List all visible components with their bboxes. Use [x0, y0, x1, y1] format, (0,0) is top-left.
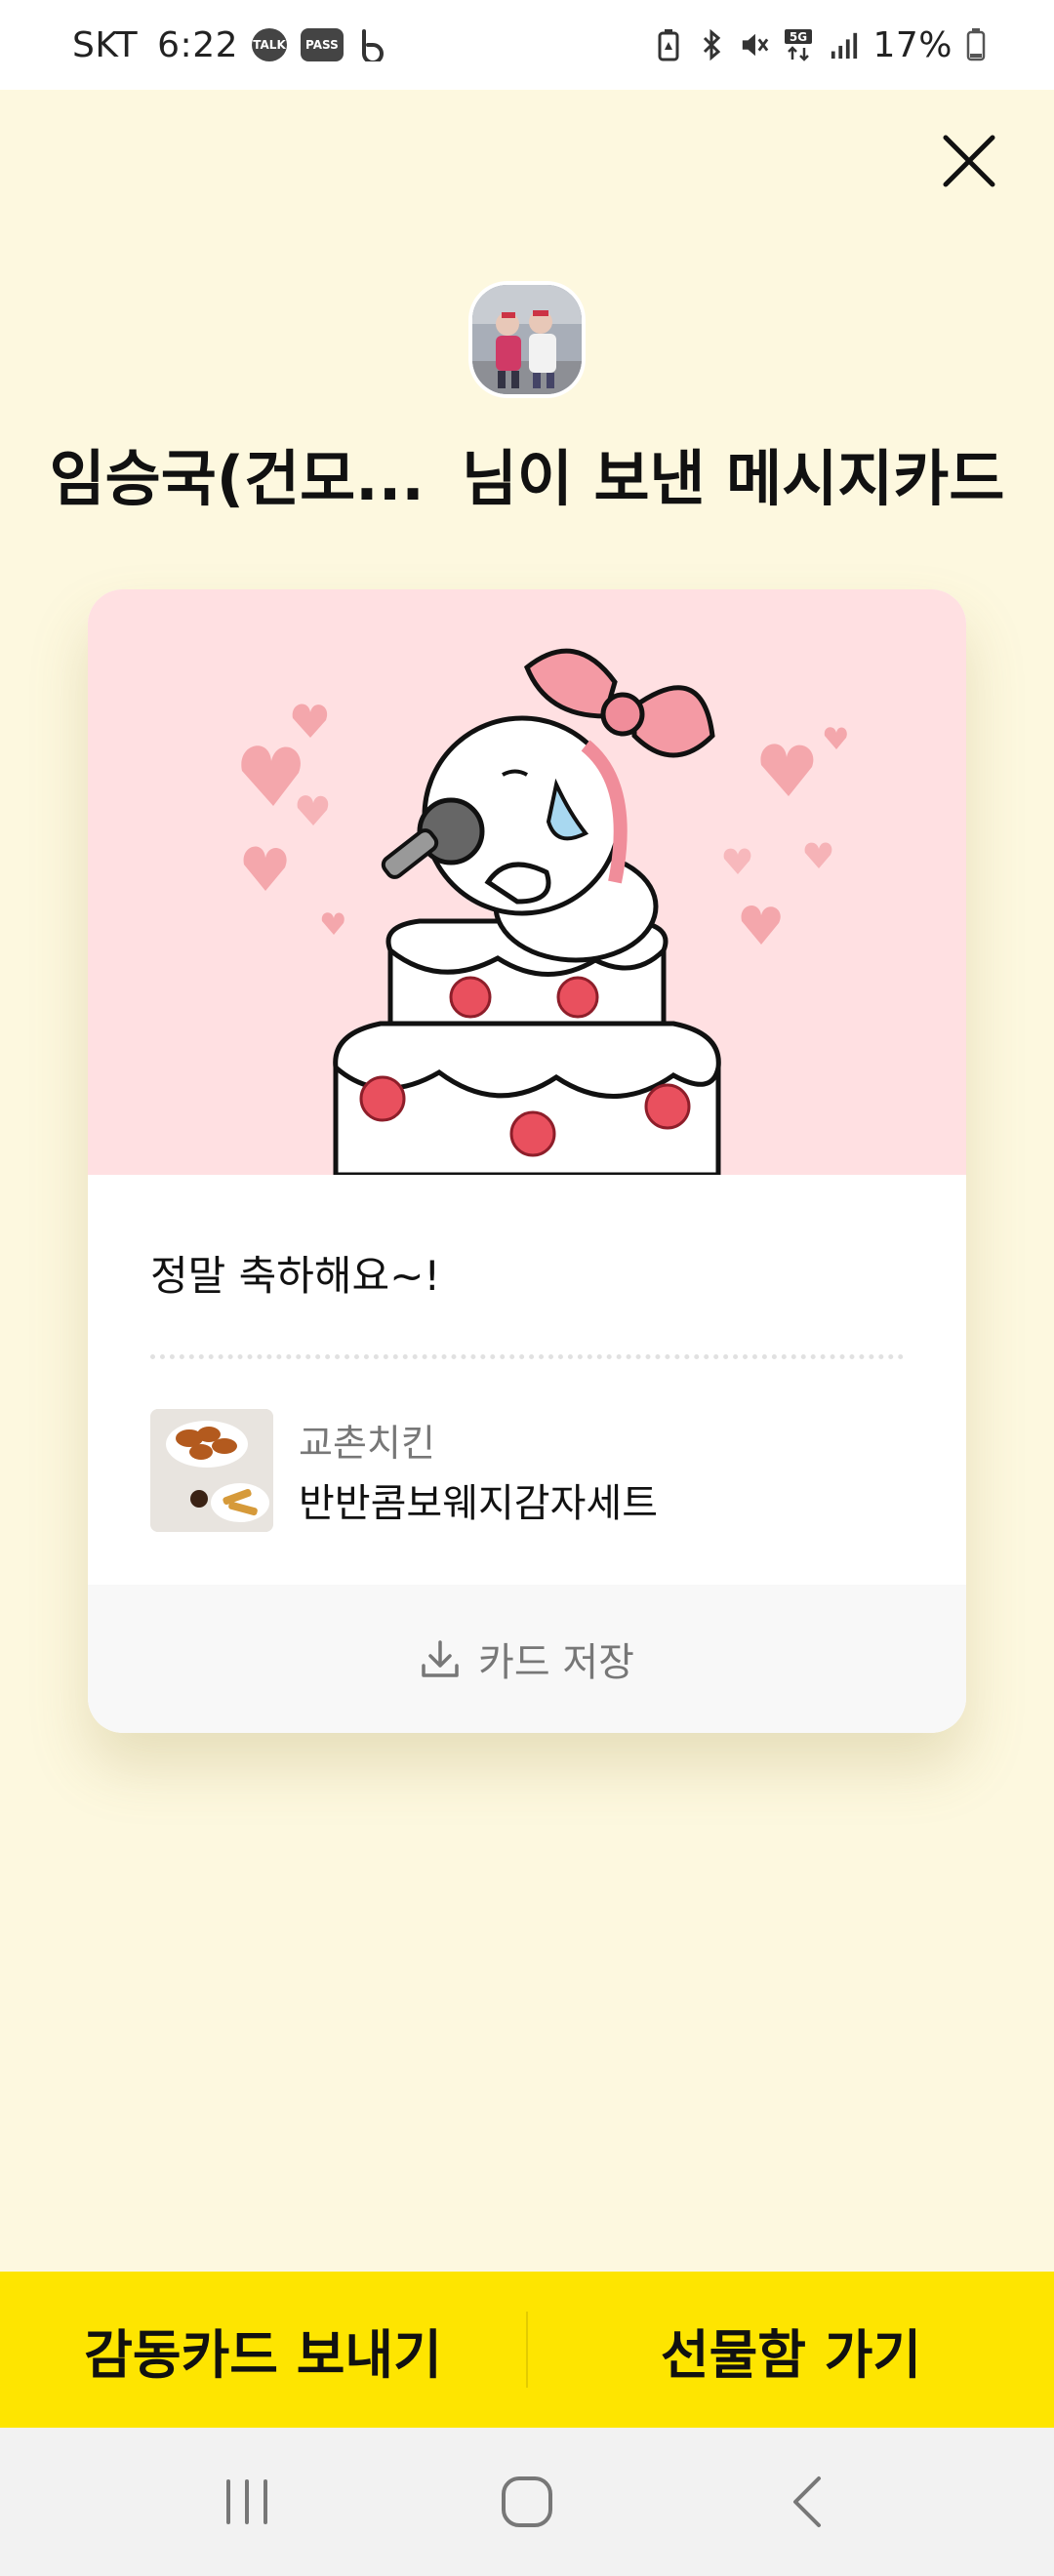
card-message: 정말 축하해요~!: [150, 1252, 441, 1300]
message-card: 정말 축하해요~! 교촌치킨 반반콤보웨지감자세트 카드 저장: [88, 589, 966, 1733]
bottom-action-bar: 감동카드 보내기 선물함 가기: [0, 2272, 1054, 2428]
card-illustration: [88, 589, 966, 1175]
talk-icon: TALK: [252, 28, 287, 61]
pass-icon: PASS: [301, 28, 344, 61]
svg-text:5G: 5G: [790, 30, 807, 44]
product-brand: 교촌치킨: [299, 1422, 435, 1465]
sender-name: 임승국(건모...: [49, 443, 425, 514]
system-nav-bar: [0, 2428, 1054, 2576]
dotted-divider: [150, 1354, 904, 1359]
home-button[interactable]: [468, 2453, 586, 2551]
status-right: 5G 17%: [654, 25, 986, 65]
home-icon: [501, 2476, 552, 2527]
save-card-button[interactable]: 카드 저장: [88, 1585, 966, 1733]
send-card-button[interactable]: 감동카드 보내기: [0, 2272, 526, 2428]
product-name[interactable]: 반반콤보웨지감자세트: [299, 1471, 658, 1528]
recent-apps-button[interactable]: [188, 2453, 305, 2551]
gift-box-button[interactable]: 선물함 가기: [528, 2272, 1054, 2428]
download-icon: [422, 1640, 459, 1677]
close-button[interactable]: [935, 127, 1003, 195]
recent-apps-icon: [226, 2479, 268, 2524]
close-icon: [943, 135, 995, 187]
bluetooth-icon: [697, 28, 726, 61]
clock: 6:22: [157, 24, 238, 65]
sender-avatar: [468, 281, 586, 398]
save-card-label: 카드 저장: [478, 1640, 634, 1685]
carrier-label: SKT: [72, 24, 139, 65]
product-thumbnail[interactable]: [150, 1409, 273, 1532]
back-icon: [792, 2476, 821, 2527]
b-icon: [357, 28, 386, 61]
status-left: SKT 6:22 TALK PASS: [72, 25, 386, 65]
signal-icon: [830, 28, 859, 61]
battery-saver-icon: [654, 28, 683, 61]
network-5g-icon: 5G: [783, 28, 816, 61]
battery-percent: 17%: [872, 24, 953, 65]
title-suffix: 님이 보낸 메시지카드: [461, 443, 1005, 514]
mute-icon: [740, 28, 769, 61]
battery-icon: [966, 28, 986, 61]
page-title: 임승국(건모... 님이 보낸 메시지카드: [0, 429, 1054, 517]
back-button[interactable]: [749, 2453, 866, 2551]
status-bar: SKT 6:22 TALK PASS 5G 17%: [0, 0, 1054, 90]
card-body: 정말 축하해요~! 교촌치킨 반반콤보웨지감자세트: [88, 1175, 966, 1585]
